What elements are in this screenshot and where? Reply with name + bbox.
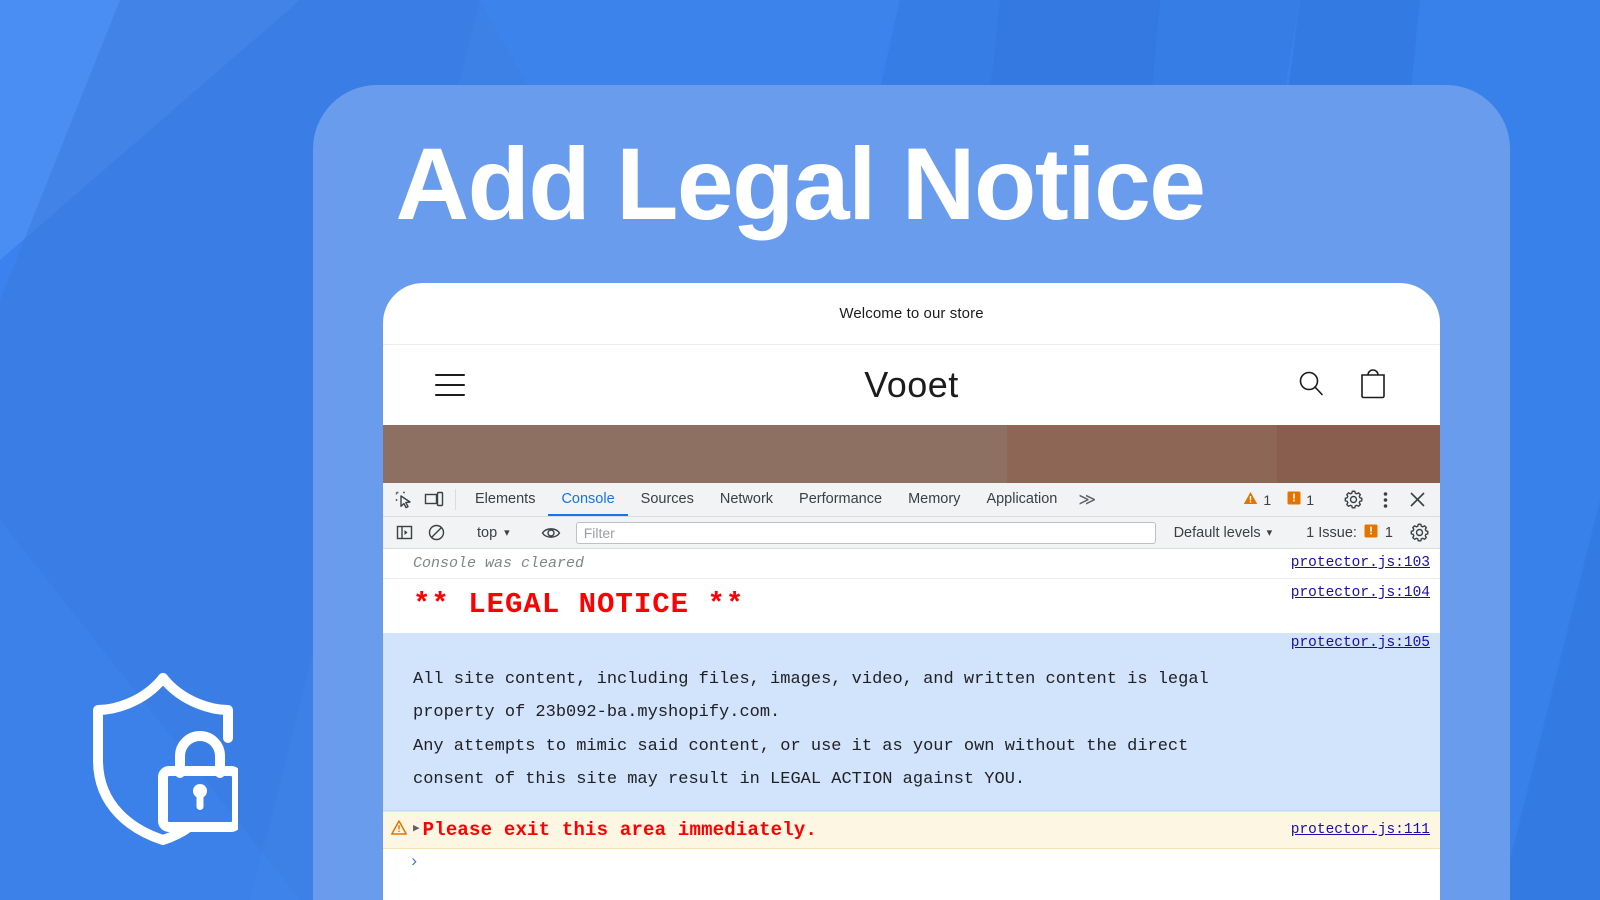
tab-network[interactable]: Network xyxy=(707,483,786,516)
search-icon[interactable] xyxy=(1296,368,1326,403)
chevrons-right-icon[interactable]: ≫ xyxy=(1070,483,1104,516)
console-message-legal-body[interactable]: protector.js:105 All site content, inclu… xyxy=(383,633,1440,811)
announcement-bar: Welcome to our store xyxy=(383,283,1440,345)
tab-label: Network xyxy=(719,490,774,507)
tab-elements[interactable]: Elements xyxy=(462,483,548,516)
console-prompt[interactable]: › xyxy=(383,849,1440,883)
tab-label: Console xyxy=(561,490,615,507)
console-filter-bar: top ▾ Default levels ▾ 1 Issue: xyxy=(383,517,1440,549)
console-filter-input[interactable] xyxy=(575,521,1156,544)
warning-triangle-icon xyxy=(391,820,407,840)
store-logo[interactable]: Vooet xyxy=(383,364,1440,406)
header-actions xyxy=(1296,367,1388,404)
gear-icon[interactable] xyxy=(1404,523,1434,542)
announcement-text: Welcome to our store xyxy=(839,305,984,322)
log-level-selector[interactable]: Default levels ▾ xyxy=(1166,525,1281,541)
devtools-tabbar-right: 1 1 xyxy=(1236,483,1440,516)
tab-console[interactable]: Console xyxy=(548,483,628,516)
console-message-list[interactable]: Console was cleared protector.js:103 ** … xyxy=(383,549,1440,883)
console-prompt-chevron: › xyxy=(409,852,420,872)
gear-icon[interactable] xyxy=(1338,490,1368,509)
issues-counter[interactable]: 1 Issue: 1 xyxy=(1297,524,1402,542)
page-title: Add Legal Notice xyxy=(395,127,1206,241)
sidebar-toggle-icon[interactable] xyxy=(389,524,419,541)
warning-count-value: 1 xyxy=(1263,491,1272,508)
warning-count[interactable]: 1 xyxy=(1236,491,1278,508)
device-toolbar-icon[interactable] xyxy=(419,483,449,516)
console-message-text: Please exit this area immediately. xyxy=(422,818,818,841)
tab-label: Sources xyxy=(640,490,694,507)
context-label: top xyxy=(477,524,498,541)
console-message-source[interactable]: protector.js:105 xyxy=(1291,635,1430,651)
console-message-source[interactable]: protector.js:103 xyxy=(1291,555,1430,571)
execution-context-selector[interactable]: top ▾ xyxy=(468,522,519,544)
console-message-text: Console was cleared xyxy=(413,555,585,572)
issue-square-icon xyxy=(1364,524,1378,542)
console-message-cleared[interactable]: Console was cleared protector.js:103 xyxy=(383,549,1440,579)
legal-line-4: consent of this site may result in LEGAL… xyxy=(413,769,1026,789)
console-message-source[interactable]: protector.js:111 xyxy=(1291,822,1430,838)
log-level-label: Default levels xyxy=(1173,524,1261,541)
devtools-tabbar: Elements Console Sources Network Perform… xyxy=(383,483,1440,517)
hero-strip-segment-2 xyxy=(1007,425,1277,483)
tab-label: Memory xyxy=(908,490,961,507)
shopping-bag-icon[interactable] xyxy=(1358,367,1388,404)
issue-square-icon xyxy=(1287,491,1301,508)
issues-label: 1 Issue: xyxy=(1306,524,1357,541)
issues-count-value: 1 xyxy=(1384,524,1393,541)
chevron-down-icon: ▾ xyxy=(504,527,510,539)
legal-line-1: All site content, including files, image… xyxy=(413,670,1209,690)
hero-banner-strip xyxy=(383,425,1440,483)
browser-window: Welcome to our store Vooet Elements Cons… xyxy=(383,283,1440,900)
close-icon[interactable] xyxy=(1402,491,1432,508)
legal-line-3: Any attempts to mimic said content, or u… xyxy=(413,736,1189,756)
error-count[interactable]: 1 xyxy=(1280,491,1321,508)
warning-triangle-icon xyxy=(1243,491,1258,508)
tab-label: Application xyxy=(986,490,1058,507)
inspect-element-icon[interactable] xyxy=(389,483,419,516)
console-message-warning[interactable]: ▶ Please exit this area immediately. pro… xyxy=(383,810,1440,849)
tab-label: Elements xyxy=(475,490,536,507)
tab-application[interactable]: Application xyxy=(973,483,1070,516)
tab-sources[interactable]: Sources xyxy=(628,483,707,516)
page-root: Add Legal Notice Welcome to our store Vo… xyxy=(0,0,1600,900)
store-header: Vooet xyxy=(383,345,1440,425)
live-expression-eye-icon[interactable] xyxy=(536,525,566,541)
hero-strip-segment-3 xyxy=(1277,425,1440,483)
expand-arrow-icon[interactable]: ▶ xyxy=(413,824,420,835)
hero-strip-segment-1 xyxy=(383,425,1007,483)
hamburger-menu-icon[interactable] xyxy=(435,374,465,396)
tab-memory[interactable]: Memory xyxy=(895,483,973,516)
console-message-legal-heading[interactable]: ** LEGAL NOTICE ** protector.js:104 xyxy=(383,579,1440,633)
tab-label: Performance xyxy=(799,490,883,507)
devtools-panel: Elements Console Sources Network Perform… xyxy=(383,483,1440,883)
clear-console-icon[interactable] xyxy=(421,524,451,541)
console-message-source[interactable]: protector.js:104 xyxy=(1291,585,1430,601)
kebab-menu-icon[interactable] xyxy=(1370,491,1400,509)
console-message-text: ** LEGAL NOTICE ** xyxy=(413,588,745,621)
shield-lock-icon xyxy=(88,668,242,848)
chevron-down-icon: ▾ xyxy=(1266,527,1273,539)
tab-performance[interactable]: Performance xyxy=(786,483,895,516)
toolbar-divider xyxy=(455,489,456,510)
error-count-value: 1 xyxy=(1306,491,1314,508)
console-message-body: All site content, including files, image… xyxy=(413,641,1440,796)
legal-line-2: property of 23b092-ba.myshopify.com. xyxy=(413,703,781,723)
